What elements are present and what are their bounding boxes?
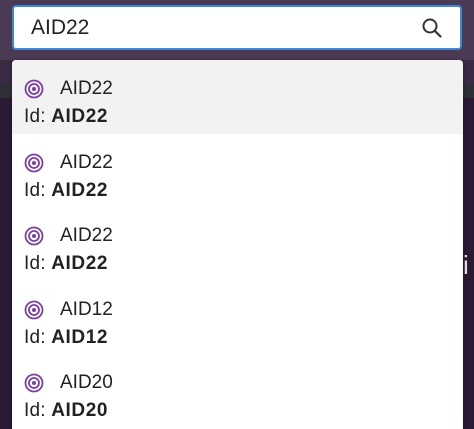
result-id-value: AID20 <box>51 400 109 421</box>
result-id-label: Id: <box>24 179 46 201</box>
app-stage: i AID22 Id: AID22 <box>0 0 474 429</box>
result-id-label: Id: <box>24 106 46 127</box>
search-input[interactable] <box>14 7 420 48</box>
target-icon <box>24 153 44 172</box>
result-id-value: AID12 <box>51 326 109 348</box>
result-id-value: AID22 <box>51 253 109 274</box>
search-icon[interactable] <box>420 16 444 40</box>
result-name: AID20 <box>60 372 113 393</box>
search-box[interactable] <box>12 5 462 50</box>
result-id-value: AID22 <box>51 106 109 127</box>
result-id-value: AID22 <box>51 179 109 201</box>
search-result-item[interactable]: AID22 Id: AID22 <box>12 207 463 281</box>
search-results-dropdown: AID22 Id: AID22 AID22 Id: AID22 AID22 Id… <box>12 60 463 429</box>
result-name: AID22 <box>60 78 113 99</box>
result-name: AID22 <box>60 225 113 246</box>
search-result-item[interactable]: AID22 Id: AID22 <box>12 134 463 208</box>
target-icon <box>24 226 44 246</box>
target-icon <box>24 79 44 99</box>
target-icon <box>24 300 44 319</box>
search-result-item[interactable]: AID20 Id: AID20 <box>12 354 463 428</box>
result-id-label: Id: <box>24 326 46 348</box>
background-partial-text: i <box>463 250 469 280</box>
result-name: AID22 <box>60 151 113 173</box>
search-result-item[interactable]: AID22 Id: AID22 <box>12 60 463 134</box>
result-id-label: Id: <box>24 253 46 274</box>
search-result-item[interactable]: AID12 Id: AID12 <box>12 281 463 355</box>
target-icon <box>24 373 44 393</box>
result-id-label: Id: <box>24 400 46 421</box>
result-name: AID12 <box>60 298 113 320</box>
